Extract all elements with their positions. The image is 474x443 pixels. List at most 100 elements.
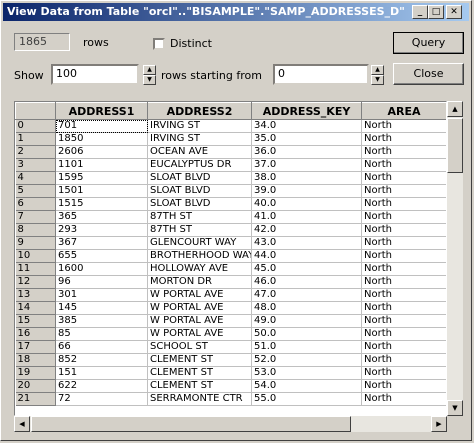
- table-cell[interactable]: 43.0: [251, 236, 362, 250]
- row-number[interactable]: 0: [15, 119, 56, 133]
- minimize-button[interactable]: _: [412, 5, 428, 19]
- table-cell[interactable]: 42.0: [251, 223, 362, 237]
- table-cell[interactable]: MORTON DR: [147, 275, 252, 289]
- show-count-input[interactable]: 100: [51, 64, 139, 85]
- table-cell[interactable]: 622: [55, 379, 148, 393]
- table-row[interactable]: 8 293 87TH ST 42.0 North: [15, 223, 446, 237]
- table-cell[interactable]: W PORTAL AVE: [147, 288, 252, 302]
- row-number[interactable]: 7: [15, 210, 56, 224]
- start-spin-down[interactable]: ▼: [371, 75, 384, 85]
- table-row[interactable]: 9 367 GLENCOURT WAY 43.0 North: [15, 236, 446, 250]
- table-cell[interactable]: SERRAMONTE CTR: [147, 392, 252, 406]
- row-number[interactable]: 16: [15, 327, 56, 341]
- row-number[interactable]: 9: [15, 236, 56, 250]
- table-cell[interactable]: CLEMENT ST: [147, 379, 252, 393]
- table-cell[interactable]: SLOAT BLVD: [147, 184, 252, 198]
- table-row[interactable]: 11 1600 HOLLOWAY AVE 45.0 North: [15, 262, 446, 276]
- table-row[interactable]: 13 301 W PORTAL AVE 47.0 North: [15, 288, 446, 302]
- table-cell[interactable]: North: [361, 236, 446, 250]
- table-cell[interactable]: CLEMENT ST: [147, 353, 252, 367]
- table-cell[interactable]: North: [361, 119, 446, 133]
- table-cell[interactable]: 2606: [55, 145, 148, 159]
- table-row[interactable]: 17 66 SCHOOL ST 51.0 North: [15, 340, 446, 354]
- table-cell[interactable]: EUCALYPTUS DR: [147, 158, 252, 172]
- table-cell[interactable]: North: [361, 197, 446, 211]
- table-row[interactable]: 21 72 SERRAMONTE CTR 55.0 North: [15, 392, 446, 406]
- table-cell[interactable]: 87TH ST: [147, 210, 252, 224]
- table-row[interactable]: 5 1501 SLOAT BLVD 39.0 North: [15, 184, 446, 198]
- table-row[interactable]: 14 145 W PORTAL AVE 48.0 North: [15, 301, 446, 315]
- row-number[interactable]: 15: [15, 314, 56, 328]
- table-cell[interactable]: 41.0: [251, 210, 362, 224]
- table-cell[interactable]: 1600: [55, 262, 148, 276]
- table-cell[interactable]: 367: [55, 236, 148, 250]
- table-cell[interactable]: 66: [55, 340, 148, 354]
- table-cell[interactable]: 37.0: [251, 158, 362, 172]
- start-spin-up[interactable]: ▲: [371, 65, 384, 75]
- table-row[interactable]: 15 385 W PORTAL AVE 49.0 North: [15, 314, 446, 328]
- table-cell[interactable]: 50.0: [251, 327, 362, 341]
- table-cell[interactable]: North: [361, 223, 446, 237]
- table-cell[interactable]: North: [361, 210, 446, 224]
- table-cell[interactable]: North: [361, 340, 446, 354]
- horizontal-scroll-thumb[interactable]: [31, 416, 351, 432]
- column-header-address2[interactable]: ADDRESS2: [147, 102, 252, 120]
- row-number[interactable]: 13: [15, 288, 56, 302]
- table-cell[interactable]: IRVING ST: [147, 119, 252, 133]
- horizontal-scrollbar[interactable]: ◀ ▶: [14, 416, 447, 432]
- distinct-checkbox[interactable]: [153, 38, 165, 50]
- table-cell[interactable]: North: [361, 353, 446, 367]
- row-number[interactable]: 1: [15, 132, 56, 146]
- table-row[interactable]: 16 85 W PORTAL AVE 50.0 North: [15, 327, 446, 341]
- table-cell[interactable]: 35.0: [251, 132, 362, 146]
- query-button[interactable]: Query: [393, 32, 464, 54]
- row-number[interactable]: 6: [15, 197, 56, 211]
- table-cell[interactable]: 293: [55, 223, 148, 237]
- table-cell[interactable]: North: [361, 366, 446, 380]
- row-number[interactable]: 12: [15, 275, 56, 289]
- table-cell[interactable]: 39.0: [251, 184, 362, 198]
- show-spin-down[interactable]: ▼: [143, 75, 156, 85]
- table-cell[interactable]: 1595: [55, 171, 148, 185]
- table-row[interactable]: 12 96 MORTON DR 46.0 North: [15, 275, 446, 289]
- data-grid[interactable]: ADDRESS1 ADDRESS2 ADDRESS_KEY AREA 0 701 I…: [14, 101, 447, 416]
- table-cell[interactable]: SLOAT BLVD: [147, 197, 252, 211]
- table-cell[interactable]: 1501: [55, 184, 148, 198]
- row-number[interactable]: 20: [15, 379, 56, 393]
- row-number[interactable]: 2: [15, 145, 56, 159]
- table-cell[interactable]: 34.0: [251, 119, 362, 133]
- table-row[interactable]: 0 701 IRVING ST 34.0 North: [15, 119, 446, 133]
- table-cell[interactable]: North: [361, 262, 446, 276]
- table-cell[interactable]: 48.0: [251, 301, 362, 315]
- start-row-input[interactable]: 0: [273, 64, 369, 85]
- table-row[interactable]: 1 1850 IRVING ST 35.0 North: [15, 132, 446, 146]
- table-cell[interactable]: 52.0: [251, 353, 362, 367]
- scroll-down-button[interactable]: ▼: [447, 400, 463, 416]
- table-cell[interactable]: 1850: [55, 132, 148, 146]
- table-row[interactable]: 3 1101 EUCALYPTUS DR 37.0 North: [15, 158, 446, 172]
- table-cell[interactable]: 151: [55, 366, 148, 380]
- table-cell[interactable]: 1101: [55, 158, 148, 172]
- table-cell[interactable]: 145: [55, 301, 148, 315]
- table-cell[interactable]: 852: [55, 353, 148, 367]
- table-cell[interactable]: 301: [55, 288, 148, 302]
- table-cell[interactable]: North: [361, 158, 446, 172]
- column-header-address1[interactable]: ADDRESS1: [55, 102, 148, 120]
- table-cell[interactable]: 1515: [55, 197, 148, 211]
- table-cell[interactable]: 49.0: [251, 314, 362, 328]
- table-cell[interactable]: BROTHERHOOD WAY: [147, 249, 252, 263]
- row-number[interactable]: 3: [15, 158, 56, 172]
- table-cell[interactable]: North: [361, 275, 446, 289]
- table-row[interactable]: 20 622 CLEMENT ST 54.0 North: [15, 379, 446, 393]
- row-number[interactable]: 10: [15, 249, 56, 263]
- table-cell[interactable]: North: [361, 314, 446, 328]
- row-number[interactable]: 18: [15, 353, 56, 367]
- table-cell[interactable]: 365: [55, 210, 148, 224]
- column-header-area[interactable]: AREA: [361, 102, 446, 120]
- table-cell[interactable]: HOLLOWAY AVE: [147, 262, 252, 276]
- table-cell[interactable]: 96: [55, 275, 148, 289]
- table-cell[interactable]: 701: [55, 119, 148, 133]
- row-number[interactable]: 19: [15, 366, 56, 380]
- table-cell[interactable]: North: [361, 184, 446, 198]
- table-cell[interactable]: OCEAN AVE: [147, 145, 252, 159]
